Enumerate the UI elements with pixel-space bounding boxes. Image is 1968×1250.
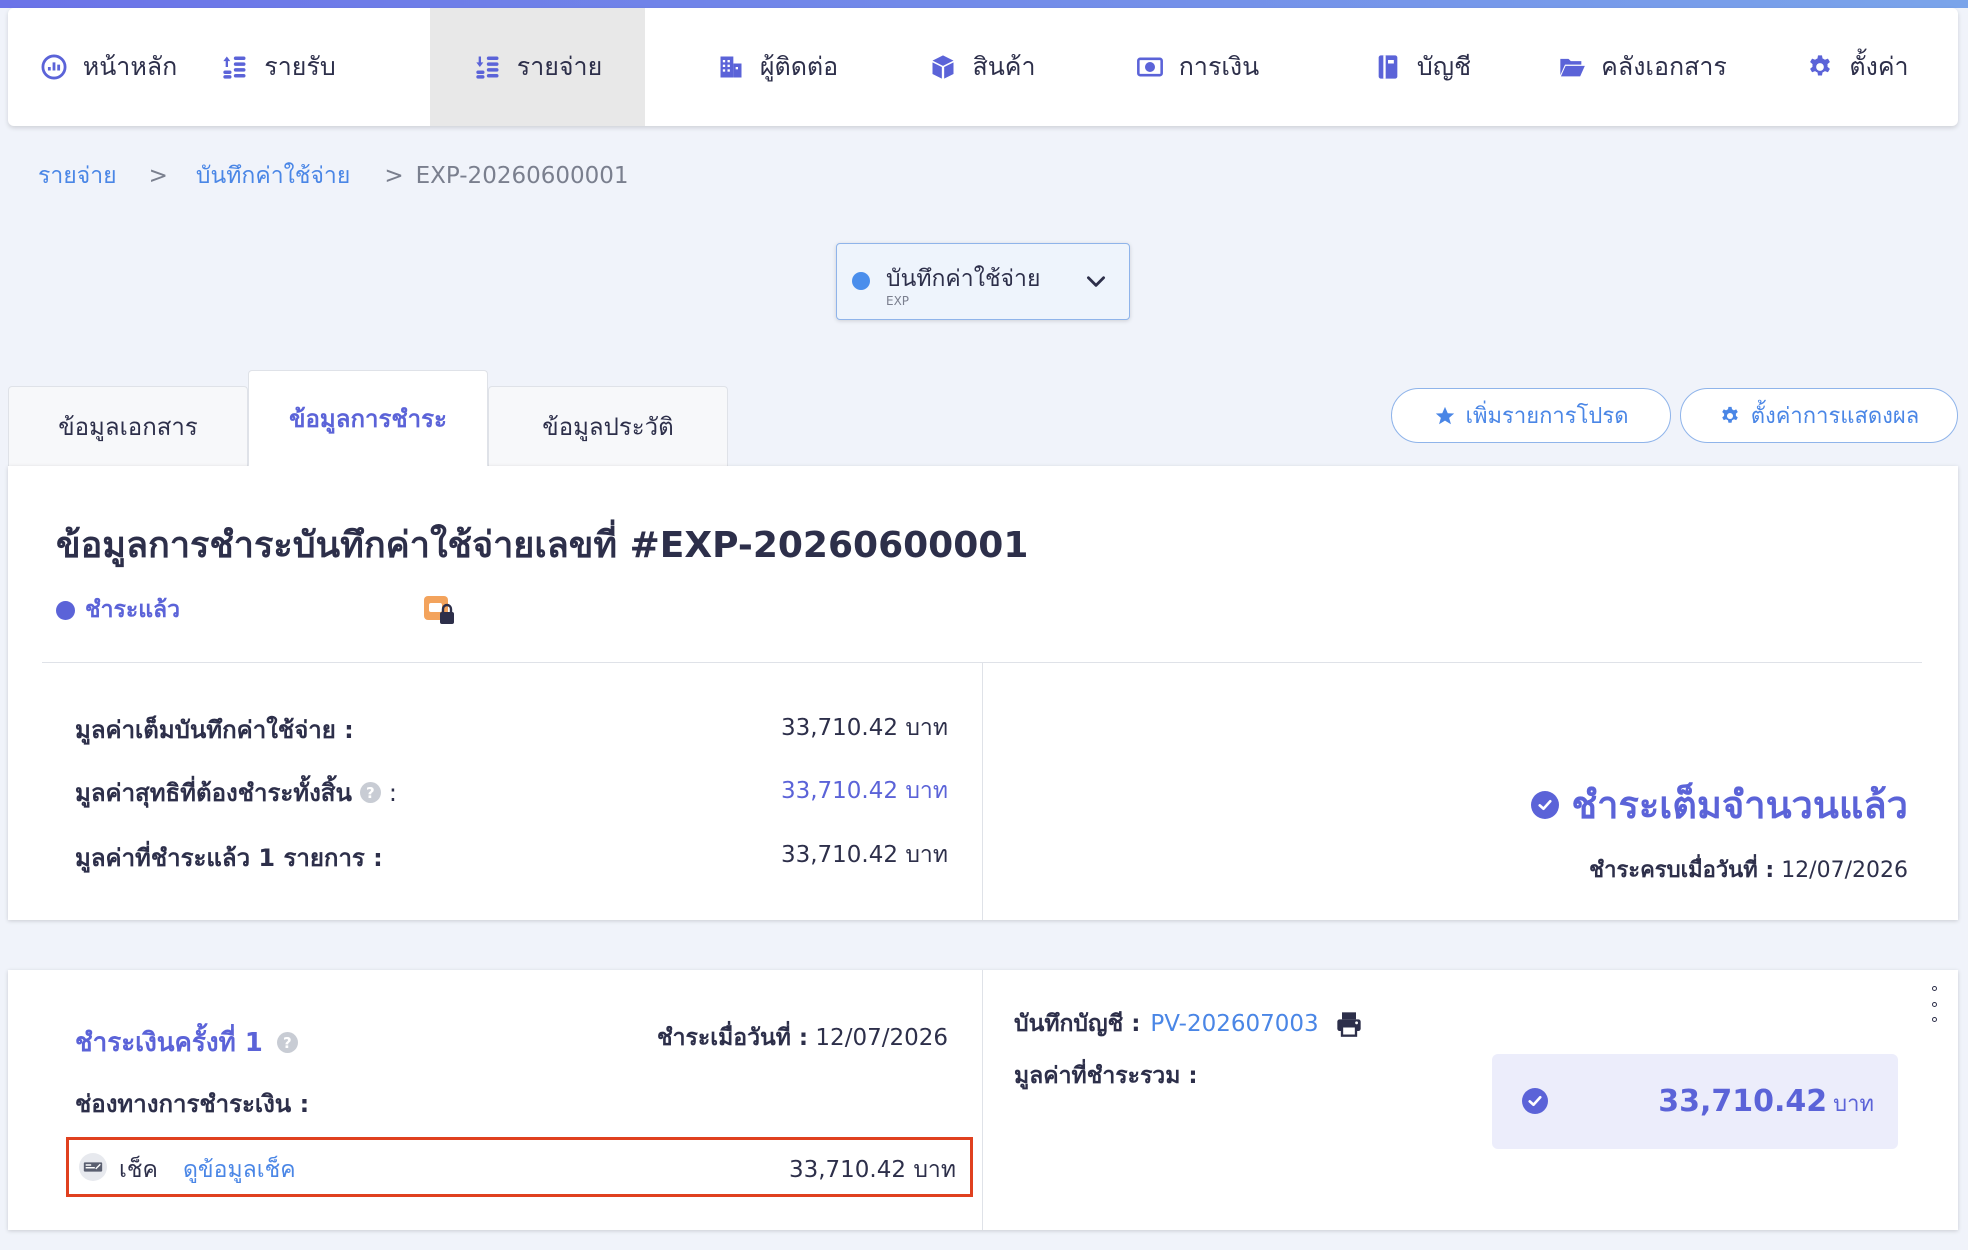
divider bbox=[982, 970, 983, 1230]
status-badge: ชำระแล้ว bbox=[56, 592, 180, 628]
payment-round-title: ชำระเงินครั้งที่ 1 ? bbox=[75, 1022, 298, 1063]
tab-history[interactable]: ข้อมูลประวัติ bbox=[488, 386, 728, 466]
document-type-code: EXP bbox=[886, 294, 910, 308]
payment-method-amount: 33,710.42 บาท bbox=[788, 1157, 956, 1183]
payment-round-label: ชำระเงินครั้งที่ 1 bbox=[75, 1028, 263, 1058]
nav-label: สินค้า bbox=[972, 52, 1036, 81]
document-type-select[interactable]: บันทึกค่าใช้จ่าย EXP bbox=[836, 243, 1130, 320]
nav-item-finance[interactable]: การเงิน bbox=[1097, 8, 1297, 126]
full-value-label: มูลค่าเต็มบันทึกค่าใช้จ่าย : bbox=[75, 716, 354, 744]
breadcrumb-separator: > bbox=[148, 163, 168, 189]
status-label: ชำระแล้ว bbox=[85, 597, 181, 623]
nav-item-settings[interactable]: ตั้งค่า bbox=[1777, 8, 1937, 126]
nav-label: รายจ่าย bbox=[516, 52, 603, 81]
top-accent-bar bbox=[0, 0, 1968, 8]
breadcrumb: รายจ่าย > บันทึกค่าใช้จ่าย > EXP-2026060… bbox=[38, 158, 629, 194]
paid-in-full-status: ชำระเต็มจำนวนแล้ว bbox=[1531, 774, 1908, 835]
nav-item-products[interactable]: สินค้า bbox=[897, 8, 1067, 126]
paid-full-date-label: ชำระครบเมื่อวันที่ : bbox=[1589, 858, 1775, 883]
breadcrumb-current: EXP-20260600001 bbox=[415, 163, 629, 189]
nav-label: รายรับ bbox=[264, 52, 336, 81]
breadcrumb-expense-link[interactable]: รายจ่าย bbox=[38, 158, 117, 194]
nav-label: ตั้งค่า bbox=[1849, 52, 1909, 81]
nav-label: หน้าหลัก bbox=[82, 52, 178, 81]
tab-document-info[interactable]: ข้อมูลเอกสาร bbox=[8, 386, 248, 466]
tab-label: ข้อมูลการชำระ bbox=[289, 405, 447, 433]
total-paid-amount: 33,710.42 บาท bbox=[1658, 1084, 1874, 1121]
cheque-payment-row: เช็ค ดูข้อมูลเช็ค 33,710.42 บาท bbox=[66, 1137, 973, 1197]
main-nav: หน้าหลัก รายรับ รายจ่าย ผู้ติดต่อ สินค้า… bbox=[8, 8, 1958, 126]
tab-payment-info[interactable]: ข้อมูลการชำระ bbox=[248, 370, 488, 466]
expense-coins-icon bbox=[473, 52, 503, 82]
cheque-icon bbox=[79, 1153, 107, 1181]
account-record-link[interactable]: PV-202607003 bbox=[1150, 1011, 1318, 1037]
status-dot bbox=[56, 600, 75, 620]
full-value: 33,710.42 บาท bbox=[780, 715, 948, 741]
net-value-label-row: มูลค่าสุทธิที่ต้องชำระทั้งสิ้น ? : bbox=[75, 773, 397, 812]
money-bill-icon bbox=[1135, 52, 1165, 82]
chevron-down-icon bbox=[1087, 276, 1105, 287]
net-value-colon: : bbox=[388, 778, 397, 807]
payment-date-label: ชำระเมื่อวันที่ : bbox=[657, 1025, 809, 1051]
dashboard-icon bbox=[39, 52, 69, 82]
nav-item-expense[interactable]: รายจ่าย bbox=[430, 8, 645, 126]
total-paid-unit: บาท bbox=[1833, 1092, 1874, 1117]
account-record: บันทึกบัญชี : PV-202607003 bbox=[1014, 1006, 1363, 1042]
breadcrumb-expense-record-link[interactable]: บันทึกค่าใช้จ่าย bbox=[196, 158, 350, 194]
paid-value: 33,710.42 บาท bbox=[780, 842, 948, 868]
display-settings-label: ตั้งค่าการแสดงผล bbox=[1750, 404, 1920, 429]
nav-label: บัญชี bbox=[1416, 52, 1472, 81]
gear-icon bbox=[1721, 406, 1738, 423]
payment-summary-panel: ข้อมูลการชำระบันทึกค่าใช้จ่ายเลขที่ #EXP… bbox=[8, 466, 1958, 920]
payment-channel-label: ช่องทางการชำระเงิน : bbox=[75, 1090, 310, 1118]
document-type-dot bbox=[852, 272, 870, 290]
divider bbox=[982, 663, 983, 920]
net-value-label: มูลค่าสุทธิที่ต้องชำระทั้งสิ้น bbox=[75, 779, 352, 807]
document-type-title: บันทึกค่าใช้จ่าย bbox=[886, 266, 1041, 292]
add-favorite-label: เพิ่มรายการโปรด bbox=[1465, 404, 1629, 429]
nav-item-documents[interactable]: คลังเอกสาร bbox=[1537, 8, 1747, 126]
nav-item-dashboard[interactable]: หน้าหลัก bbox=[8, 8, 208, 126]
paid-full-date: ชำระครบเมื่อวันที่ : 12/07/2026 bbox=[1589, 852, 1908, 887]
help-icon[interactable]: ? bbox=[359, 782, 381, 803]
folder-icon bbox=[1557, 52, 1587, 82]
help-icon[interactable]: ? bbox=[276, 1032, 298, 1053]
total-paid-label: มูลค่าที่ชำระรวม : bbox=[1014, 1063, 1198, 1089]
more-options-icon[interactable] bbox=[1928, 986, 1940, 1022]
display-settings-button[interactable]: ตั้งค่าการแสดงผล bbox=[1680, 388, 1958, 443]
payment-method: เช็ค bbox=[119, 1157, 158, 1183]
total-paid-value: 33,710.42 bbox=[1658, 1084, 1828, 1119]
add-favorite-button[interactable]: เพิ่มรายการโปรด bbox=[1391, 388, 1671, 443]
nav-item-income[interactable]: รายรับ bbox=[208, 8, 348, 126]
nav-label: คลังเอกสาร bbox=[1601, 52, 1727, 81]
product-box-icon bbox=[928, 52, 958, 82]
payment-date-value: 12/07/2026 bbox=[815, 1025, 948, 1051]
tab-label: ข้อมูลประวัติ bbox=[542, 413, 674, 441]
locked-document-icon[interactable] bbox=[423, 594, 457, 628]
net-value: 33,710.42 บาท bbox=[780, 778, 948, 804]
account-book-icon bbox=[1373, 52, 1403, 82]
check-circle-icon bbox=[1522, 1088, 1548, 1114]
income-coins-icon bbox=[220, 52, 250, 82]
breadcrumb-separator: > bbox=[384, 163, 404, 189]
account-record-label: บันทึกบัญชี : bbox=[1014, 1011, 1141, 1037]
paid-in-full-text: ชำระเต็มจำนวนแล้ว bbox=[1571, 783, 1908, 827]
total-paid-box: 33,710.42 บาท bbox=[1492, 1054, 1898, 1149]
nav-item-accounting[interactable]: บัญชี bbox=[1337, 8, 1507, 126]
star-icon bbox=[1435, 406, 1454, 424]
paid-full-date-value: 12/07/2026 bbox=[1781, 858, 1908, 883]
paid-value-label: มูลค่าที่ชำระแล้ว 1 รายการ : bbox=[75, 844, 383, 872]
nav-label: ผู้ติดต่อ bbox=[759, 52, 839, 81]
check-circle-icon bbox=[1531, 790, 1560, 819]
nav-item-contacts[interactable]: ผู้ติดต่อ bbox=[657, 8, 897, 126]
contacts-building-icon bbox=[716, 52, 746, 82]
printer-icon[interactable] bbox=[1335, 1010, 1363, 1038]
payment-date: ชำระเมื่อวันที่ : 12/07/2026 bbox=[657, 1020, 948, 1056]
payment-detail-panel: ชำระเงินครั้งที่ 1 ? ชำระเมื่อวันที่ : 1… bbox=[8, 970, 1958, 1230]
nav-label: การเงิน bbox=[1178, 52, 1260, 81]
view-cheque-link[interactable]: ดูข้อมูลเช็ค bbox=[183, 1152, 296, 1188]
gear-icon bbox=[1805, 52, 1835, 82]
tab-label: ข้อมูลเอกสาร bbox=[58, 413, 198, 441]
page-title: ข้อมูลการชำระบันทึกค่าใช้จ่ายเลขที่ #EXP… bbox=[56, 525, 1029, 566]
